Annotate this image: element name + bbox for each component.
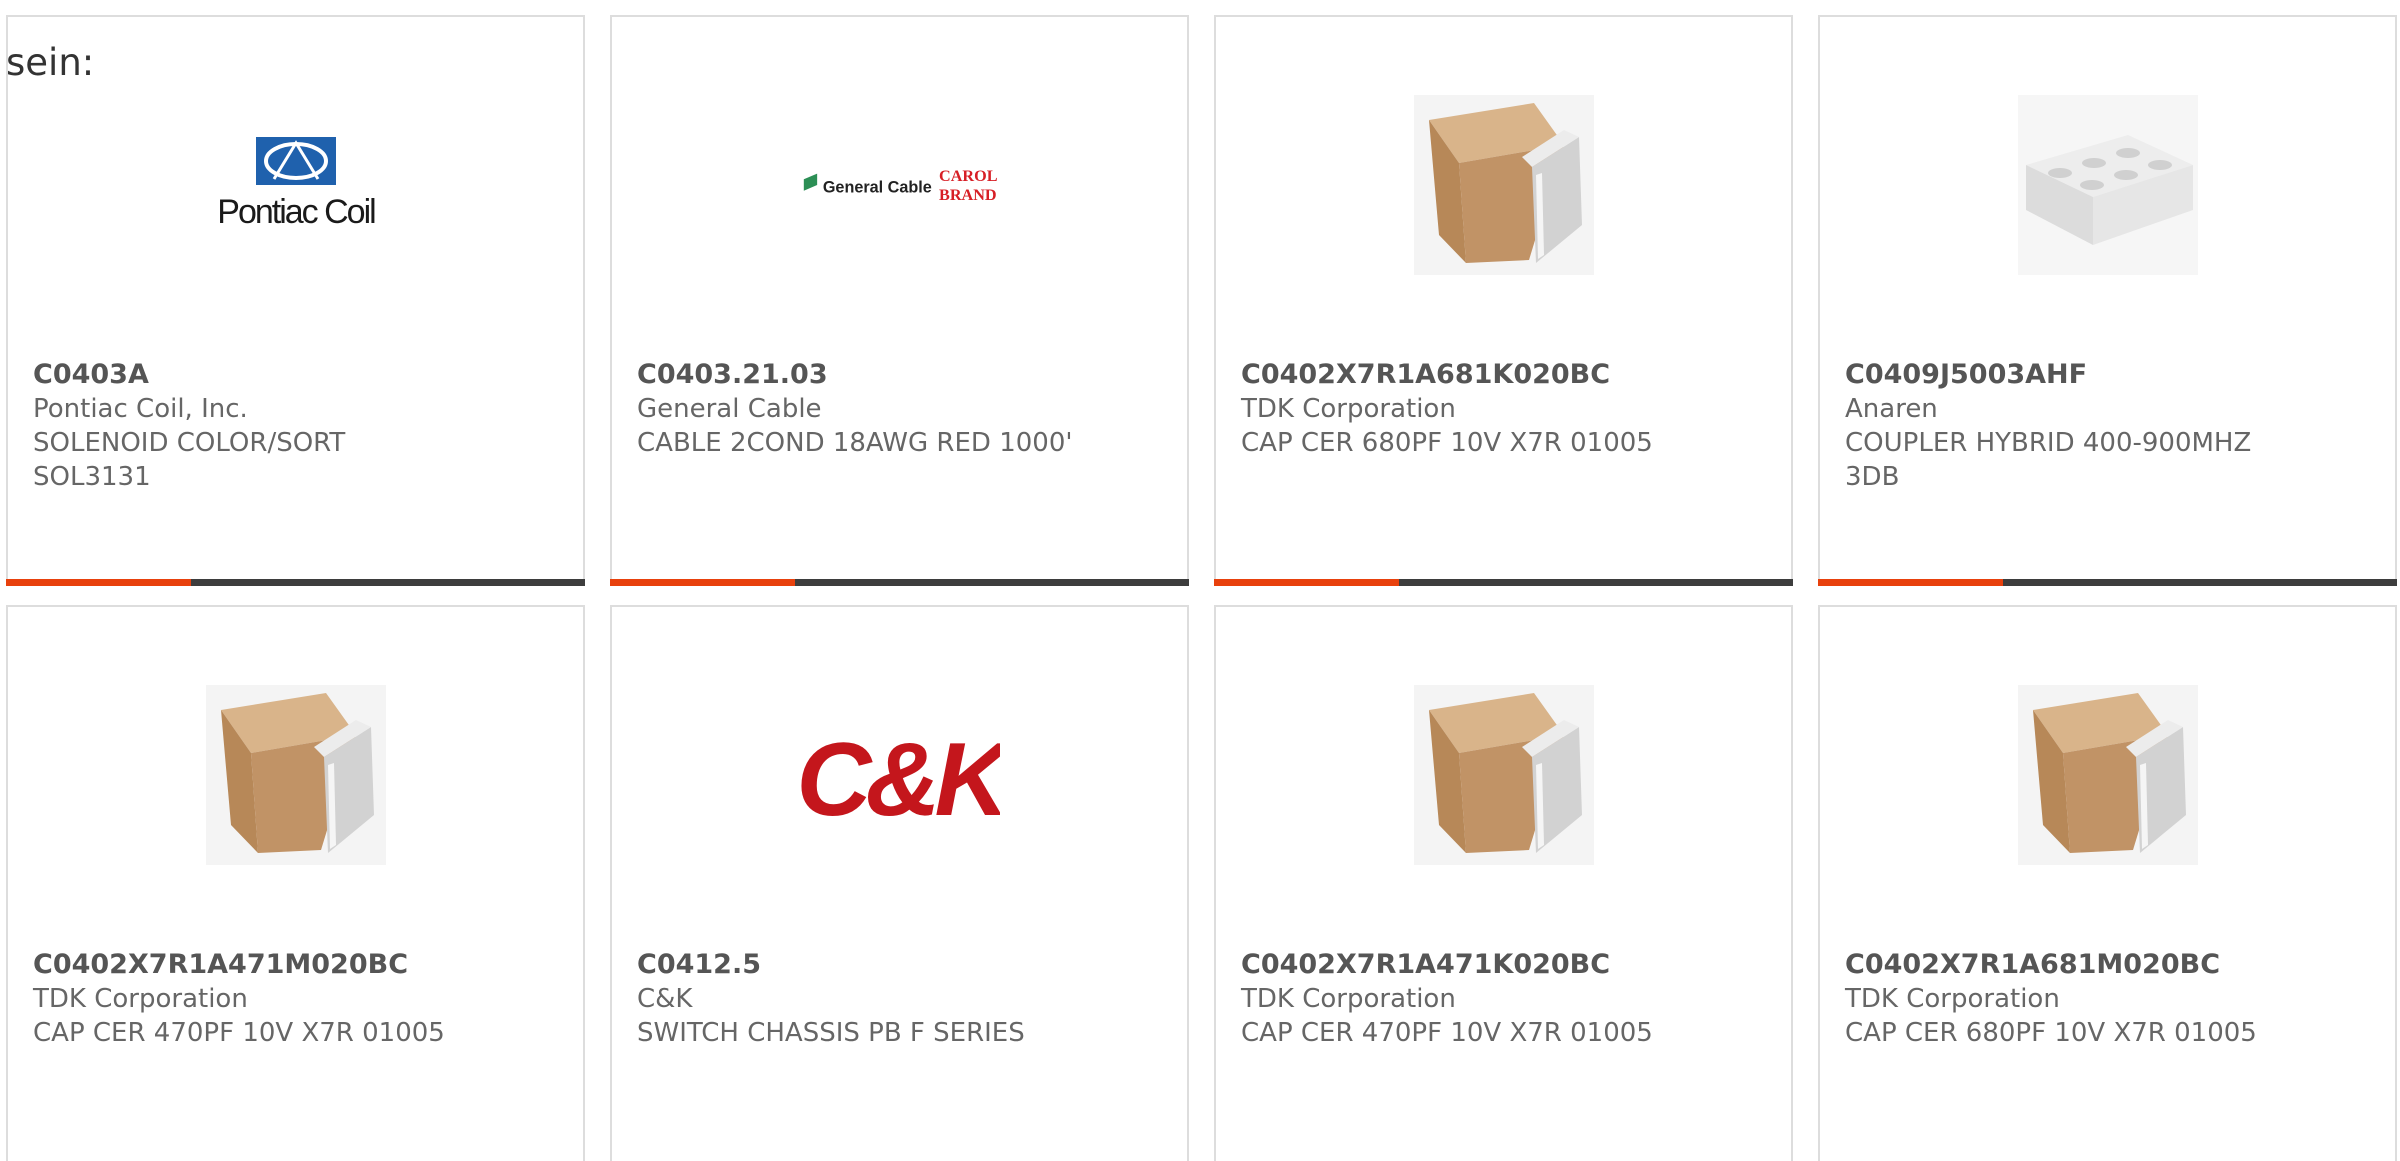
product-image — [2008, 675, 2208, 875]
card-bottom-bar — [610, 579, 1189, 586]
logo-text: C&K — [800, 722, 1000, 830]
product-card[interactable]: C0402X7R1A681K020BC TDK Corporation CAP … — [1214, 15, 1793, 586]
part-number[interactable]: C0402X7R1A471M020BC — [33, 948, 563, 982]
logo-text: Pontiac Coil — [217, 193, 375, 231]
product-image — [2008, 85, 2208, 285]
product-description: SWITCH CHASSIS PB F SERIES — [637, 1018, 1025, 1048]
part-number[interactable]: C0403A — [33, 358, 563, 392]
part-number[interactable]: C0402X7R1A471K020BC — [1241, 948, 1771, 982]
product-image — [1404, 675, 1604, 875]
product-card[interactable]: C0409J5003AHF Anaren COUPLER HYBRID 400-… — [1818, 15, 2397, 586]
product-description: CABLE 2COND 18AWG RED 1000' — [637, 428, 1073, 458]
manufacturer-name: TDK Corporation — [33, 984, 248, 1014]
logo-text: General Cable — [823, 179, 932, 197]
ceramic-capacitor-icon — [196, 675, 396, 875]
product-card[interactable]: General Cable CAROL BRAND C0403.21.03 Ge… — [610, 15, 1189, 586]
product-description: SOLENOID COLOR/SORT SOL3131 — [33, 428, 346, 492]
manufacturer-name: C&K — [637, 984, 693, 1014]
product-description: CAP CER 680PF 10V X7R 01005 — [1845, 1018, 2257, 1048]
product-image: Pontiac Coil — [196, 85, 396, 285]
general-cable-logo-icon: General Cable CAROL BRAND — [803, 167, 998, 204]
part-number[interactable]: C0409J5003AHF — [1845, 358, 2375, 392]
product-image — [1404, 85, 1604, 285]
pontiac-coil-logo-icon: Pontiac Coil — [217, 137, 377, 231]
ceramic-capacitor-icon — [1404, 85, 1604, 285]
product-image — [196, 675, 396, 875]
manufacturer-name: Anaren — [1845, 394, 1938, 424]
product-description: CAP CER 680PF 10V X7R 01005 — [1241, 428, 1653, 458]
card-bottom-bar — [1214, 579, 1793, 586]
product-card[interactable]: C0402X7R1A471M020BC TDK Corporation CAP … — [6, 605, 585, 1161]
product-description: CAP CER 470PF 10V X7R 01005 — [1241, 1018, 1653, 1048]
manufacturer-name: TDK Corporation — [1241, 984, 1456, 1014]
manufacturer-name: Pontiac Coil, Inc. — [33, 394, 248, 424]
product-description: COUPLER HYBRID 400-900MHZ 3DB — [1845, 428, 2252, 492]
manufacturer-name: TDK Corporation — [1241, 394, 1456, 424]
product-card[interactable]: Pontiac Coil C0403A Pontiac Coil, Inc. S… — [6, 15, 585, 586]
part-number[interactable]: C0402X7R1A681M020BC — [1845, 948, 2375, 982]
page-fragment-label: sein: — [6, 41, 95, 84]
ceramic-capacitor-icon — [1404, 675, 1604, 875]
product-image: General Cable CAROL BRAND — [800, 85, 1000, 285]
product-image: C&K — [800, 675, 1000, 875]
product-card[interactable]: C0402X7R1A471K020BC TDK Corporation CAP … — [1214, 605, 1793, 1161]
coupler-chip-icon — [2018, 95, 2198, 275]
product-card[interactable]: C0402X7R1A681M020BC TDK Corporation CAP … — [1818, 605, 2397, 1161]
part-number[interactable]: C0403.21.03 — [637, 358, 1167, 392]
logo-text-secondary: CAROL — [939, 167, 998, 185]
part-number[interactable]: C0412.5 — [637, 948, 1167, 982]
ck-logo-icon: C&K — [800, 722, 1000, 830]
part-number[interactable]: C0402X7R1A681K020BC — [1241, 358, 1771, 392]
manufacturer-name: TDK Corporation — [1845, 984, 2060, 1014]
manufacturer-name: General Cable — [637, 394, 822, 424]
logo-text-tertiary: BRAND — [939, 186, 997, 204]
product-description: CAP CER 470PF 10V X7R 01005 — [33, 1018, 445, 1048]
card-bottom-bar — [1818, 579, 2397, 586]
ceramic-capacitor-icon — [2008, 675, 2208, 875]
card-bottom-bar — [6, 579, 585, 586]
product-card[interactable]: C&K C0412.5 C&K SWITCH CHASSIS PB F SERI… — [610, 605, 1189, 1161]
